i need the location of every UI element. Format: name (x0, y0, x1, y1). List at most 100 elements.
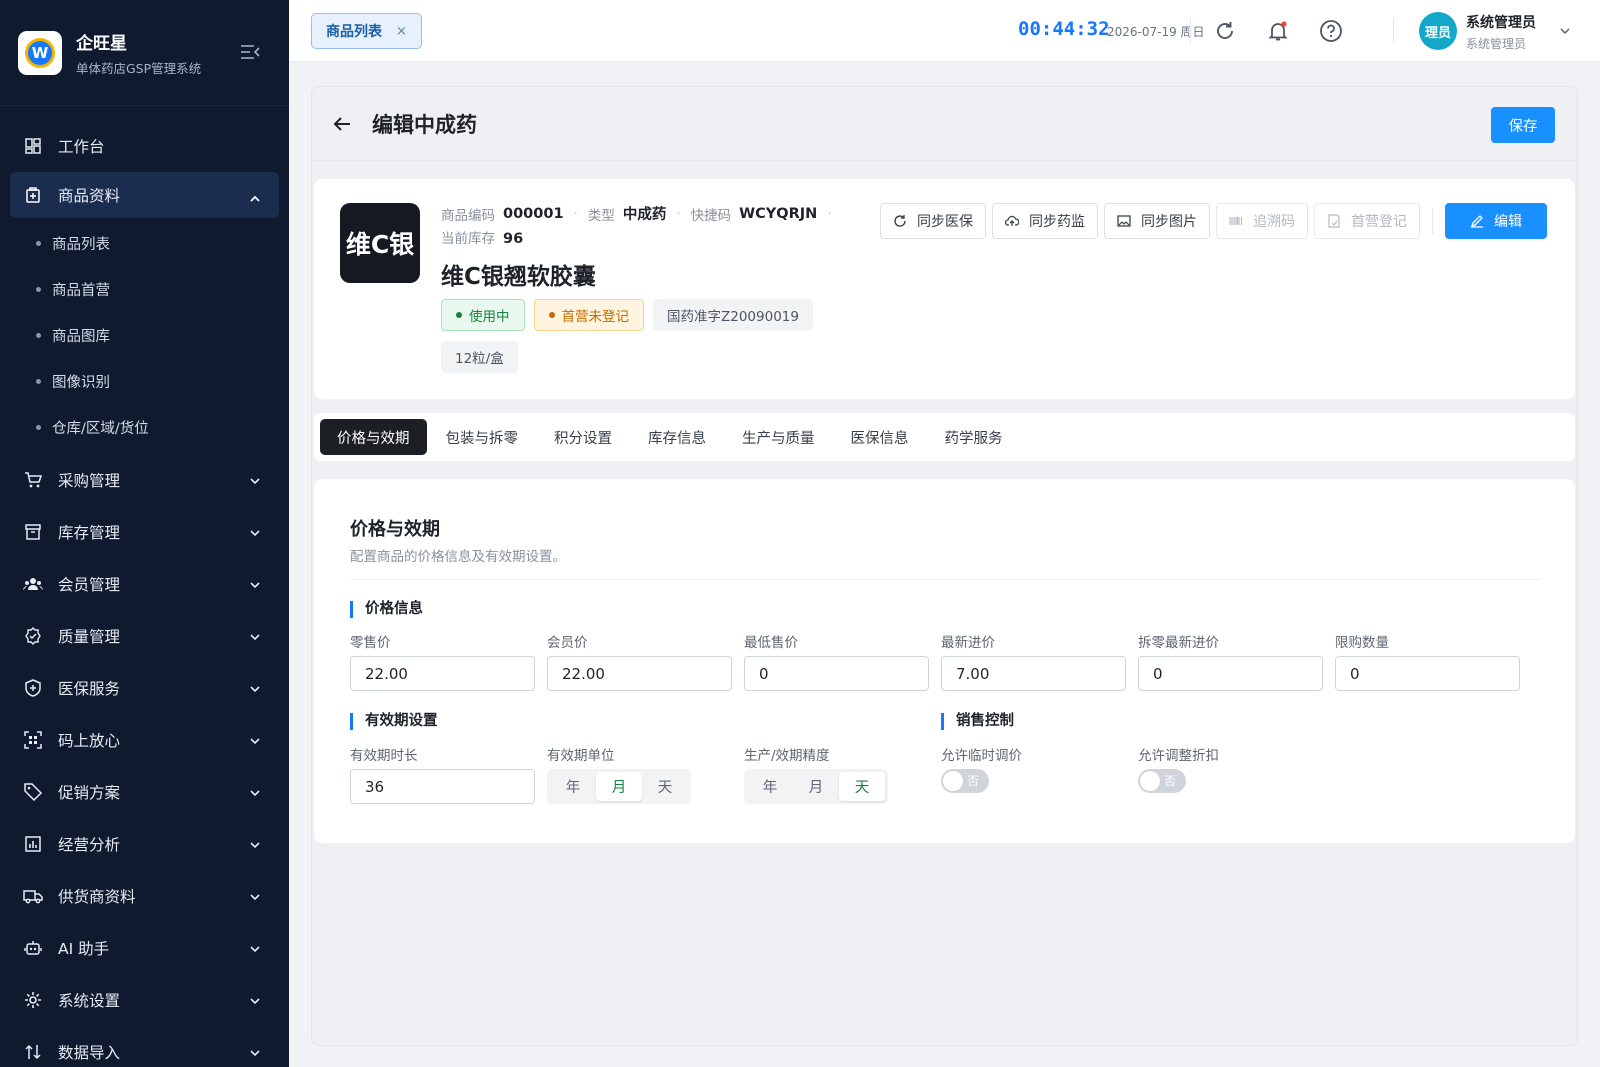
latest-cost-input[interactable]: 7.00 (941, 656, 1126, 691)
pencil-icon (1470, 214, 1484, 228)
sidebar-item-products[interactable]: 商品资料 (10, 172, 279, 218)
stock-label: 当前库存 (441, 231, 495, 247)
chevron-down-icon (249, 577, 261, 589)
expiry-duration-label: 有效期时长 (350, 748, 418, 764)
expiry-duration-input[interactable]: 36 (350, 769, 535, 804)
member-price-input[interactable]: 22.00 (547, 656, 732, 691)
close-icon[interactable]: × (396, 24, 407, 39)
divider (350, 579, 1540, 580)
sidebar-item-medical-insurance[interactable]: 医保服务 (0, 662, 289, 714)
sync-images-button[interactable]: 同步图片 (1104, 203, 1210, 239)
avatar[interactable]: 理员 (1419, 12, 1457, 50)
tab-inventory[interactable]: 库存信息 (631, 419, 723, 455)
action-label: 同步医保 (917, 214, 973, 230)
collapse-menu-icon[interactable] (240, 44, 260, 60)
status-badge-label: 使用中 (469, 309, 510, 325)
allow-temp-price-toggle[interactable]: 否 (941, 769, 989, 793)
sidebar-item-suppliers[interactable]: 供货商资料 (0, 870, 289, 922)
expiry-unit-year[interactable]: 年 (550, 772, 596, 801)
sidebar-item-analytics[interactable]: 经营分析 (0, 818, 289, 870)
tab-product-list[interactable]: 商品列表 × (311, 13, 422, 49)
purchase-limit-input[interactable]: 0 (1335, 656, 1520, 691)
sub-item-label: 仓库/区域/货位 (52, 420, 149, 437)
truck-icon (22, 885, 44, 907)
chevron-down-icon[interactable] (1559, 25, 1571, 37)
brand-name: 企旺星 (76, 33, 127, 54)
chevron-down-icon (249, 941, 261, 953)
first-registration-badge: 首营未登记 (533, 299, 644, 331)
toggle-knob (943, 771, 963, 791)
user-name[interactable]: 系统管理员 (1466, 12, 1536, 32)
tab-points[interactable]: 积分设置 (537, 419, 629, 455)
min-price-input[interactable]: 0 (744, 656, 929, 691)
tab-insurance[interactable]: 医保信息 (834, 419, 926, 455)
tab-price-expiry[interactable]: 价格与效期 (320, 419, 427, 455)
trace-code-button[interactable]: 追溯码 (1216, 203, 1308, 239)
sidebar-subitem-gallery[interactable]: 商品图库 (0, 312, 289, 358)
chevron-down-icon (249, 785, 261, 797)
sidebar-item-promotions[interactable]: 促销方案 (0, 766, 289, 818)
sidebar-item-quality[interactable]: 质量管理 (0, 610, 289, 662)
product-type: 中成药 (622, 207, 667, 223)
chevron-down-icon (249, 1045, 261, 1057)
first-registration-label: 首营未登记 (561, 309, 630, 325)
sidebar-subitem-image-recognition[interactable]: 图像识别 (0, 358, 289, 404)
sub-item-label: 商品列表 (52, 236, 110, 253)
clock: 00:44:32 (1018, 18, 1110, 40)
topbar: 商品列表 × 00:44:32 2026-07-19 周日 理员 系统管理员 系… (289, 0, 1600, 62)
save-button[interactable]: 保存 (1491, 107, 1555, 143)
sidebar-item-ai-assistant[interactable]: AI 助手 (0, 922, 289, 974)
precision-day[interactable]: 天 (839, 772, 885, 801)
sub-item-label: 商品首营 (52, 282, 110, 299)
section-title: 价格与效期 (350, 519, 440, 540)
latest-cost-label: 最新进价 (941, 635, 995, 651)
sidebar-item-purchasing[interactable]: 采购管理 (0, 454, 289, 506)
edit-button[interactable]: 编辑 (1445, 203, 1547, 239)
action-label: 追溯码 (1253, 214, 1295, 230)
status-badge: 使用中 (441, 299, 525, 331)
scan-icon (22, 729, 44, 751)
meta-separator: · (573, 205, 578, 222)
tab-packaging[interactable]: 包装与拆零 (429, 419, 536, 455)
product-summary-card: 维C银 商品编码 000001 · 类型 中成药 · 快捷码 WCYQRJN · 当前… (314, 179, 1575, 399)
bullet-icon (36, 286, 41, 292)
bullet-icon (36, 240, 41, 246)
sidebar-item-data-import[interactable]: 数据导入 (0, 1026, 289, 1067)
allow-temp-price-label: 允许临时调价 (941, 748, 1022, 764)
split-latest-cost-input[interactable]: 0 (1138, 656, 1323, 691)
tab-production-quality[interactable]: 生产与质量 (725, 419, 832, 455)
sidebar-subitem-warehouse[interactable]: 仓库/区域/货位 (0, 404, 289, 450)
tab-pharmacy-service[interactable]: 药学服务 (928, 419, 1020, 455)
retail-price-input[interactable]: 22.00 (350, 656, 535, 691)
sidebar-item-settings[interactable]: 系统设置 (0, 974, 289, 1026)
sync-icon (893, 214, 907, 228)
first-registration-button[interactable]: 首营登记 (1314, 203, 1420, 239)
gear-icon (22, 989, 44, 1011)
sidebar-item-inventory[interactable]: 库存管理 (0, 506, 289, 558)
stock-value: 96 (503, 231, 524, 247)
refresh-icon[interactable] (1211, 17, 1239, 45)
product-code: 000001 (503, 205, 564, 222)
sub-item-label: 图像识别 (52, 374, 110, 391)
back-arrow-icon[interactable] (332, 113, 354, 135)
sync-insurance-button[interactable]: 同步医保 (880, 203, 986, 239)
bell-icon[interactable] (1264, 17, 1292, 45)
allow-discount-toggle[interactable]: 否 (1138, 769, 1186, 793)
sidebar-item-members[interactable]: 会员管理 (0, 558, 289, 610)
chart-icon (22, 833, 44, 855)
sidebar-subitem-first-camp[interactable]: 商品首营 (0, 266, 289, 312)
approval-number-badge: 国药准字Z20090019 (653, 299, 813, 331)
expiry-unit-day[interactable]: 天 (642, 772, 688, 801)
sidebar-item-label: 商品资料 (58, 187, 121, 205)
precision-month[interactable]: 月 (793, 772, 839, 801)
sync-regulator-button[interactable]: 同步药监 (992, 203, 1098, 239)
sidebar-item-traceability[interactable]: 码上放心 (0, 714, 289, 766)
sidebar-item-dashboard[interactable]: 工作台 (0, 120, 289, 172)
group-title-sales-control: 销售控制 (941, 713, 1014, 730)
expiry-unit-month[interactable]: 月 (596, 772, 642, 801)
tab-label: 商品列表 (326, 24, 382, 40)
help-icon[interactable] (1317, 17, 1345, 45)
sidebar-subitem-product-list[interactable]: 商品列表 (0, 220, 289, 266)
precision-year[interactable]: 年 (747, 772, 793, 801)
sidebar-item-label: 促销方案 (58, 784, 121, 802)
